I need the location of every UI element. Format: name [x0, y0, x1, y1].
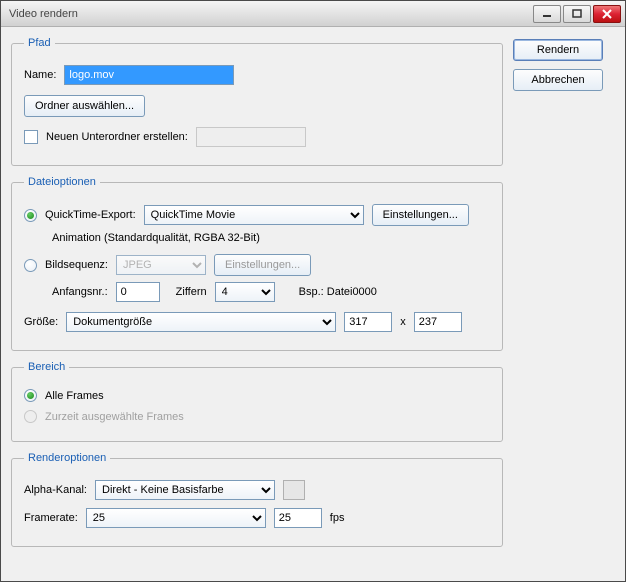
all-frames-label: Alle Frames	[45, 390, 104, 402]
new-subfolder-checkbox[interactable]	[24, 130, 38, 144]
sequence-radio[interactable]	[24, 259, 37, 272]
quicktime-info: Animation (Standardqualität, RGBA 32-Bit…	[52, 232, 260, 244]
name-input[interactable]	[64, 65, 234, 85]
group-dateioptionen-legend: Dateioptionen	[24, 176, 100, 188]
size-select[interactable]: Dokumentgröße	[66, 312, 336, 332]
render-button[interactable]: Rendern	[513, 39, 603, 61]
group-pfad-legend: Pfad	[24, 37, 55, 49]
choose-folder-button[interactable]: Ordner auswählen...	[24, 95, 145, 117]
quicktime-radio[interactable]	[24, 209, 37, 222]
alpha-color-swatch[interactable]	[283, 480, 305, 500]
alpha-select[interactable]: Direkt - Keine Basisfarbe	[95, 480, 275, 500]
maximize-button[interactable]	[563, 5, 591, 23]
cancel-button[interactable]: Abbrechen	[513, 69, 603, 91]
height-input[interactable]	[414, 312, 462, 332]
digits-label: Ziffern	[176, 286, 207, 298]
minimize-button[interactable]	[533, 5, 561, 23]
window-title: Video rendern	[9, 8, 533, 20]
selected-frames-radio	[24, 410, 37, 423]
digits-select[interactable]: 4	[215, 282, 275, 302]
group-renderoptionen: Renderoptionen Alpha-Kanal: Direkt - Kei…	[11, 452, 503, 547]
startnum-label: Anfangsnr.:	[52, 286, 108, 298]
size-label: Größe:	[24, 316, 58, 328]
framerate-label: Framerate:	[24, 512, 78, 524]
titlebar: Video rendern	[1, 1, 625, 27]
framerate-select[interactable]: 25	[86, 508, 266, 528]
width-input[interactable]	[344, 312, 392, 332]
filename-example: Bsp.: Datei0000	[299, 286, 377, 298]
name-label: Name:	[24, 69, 56, 81]
group-pfad: Pfad Name: Ordner auswählen... Neuen Unt…	[11, 37, 503, 166]
quicktime-format-select[interactable]: QuickTime Movie	[144, 205, 364, 225]
startnum-input[interactable]	[116, 282, 160, 302]
dialog-window: Video rendern Pfad Name: Ord	[0, 0, 626, 582]
fps-label: fps	[330, 512, 345, 524]
by-label: x	[400, 316, 406, 328]
sequence-format-select[interactable]: JPEG	[116, 255, 206, 275]
new-subfolder-label: Neuen Unterordner erstellen:	[46, 131, 188, 143]
sequence-settings-button[interactable]: Einstellungen...	[214, 254, 311, 276]
group-dateioptionen: Dateioptionen QuickTime-Export: QuickTim…	[11, 176, 503, 351]
group-bereich-legend: Bereich	[24, 361, 69, 373]
alpha-label: Alpha-Kanal:	[24, 484, 87, 496]
group-renderoptionen-legend: Renderoptionen	[24, 452, 110, 464]
framerate-input[interactable]	[274, 508, 322, 528]
selected-frames-label: Zurzeit ausgewählte Frames	[45, 411, 184, 423]
new-subfolder-input[interactable]	[196, 127, 306, 147]
all-frames-radio[interactable]	[24, 389, 37, 402]
group-bereich: Bereich Alle Frames Zurzeit ausgewählte …	[11, 361, 503, 442]
close-button[interactable]	[593, 5, 621, 23]
quicktime-radio-label: QuickTime-Export:	[45, 209, 136, 221]
sequence-radio-label: Bildsequenz:	[45, 259, 108, 271]
quicktime-settings-button[interactable]: Einstellungen...	[372, 204, 469, 226]
